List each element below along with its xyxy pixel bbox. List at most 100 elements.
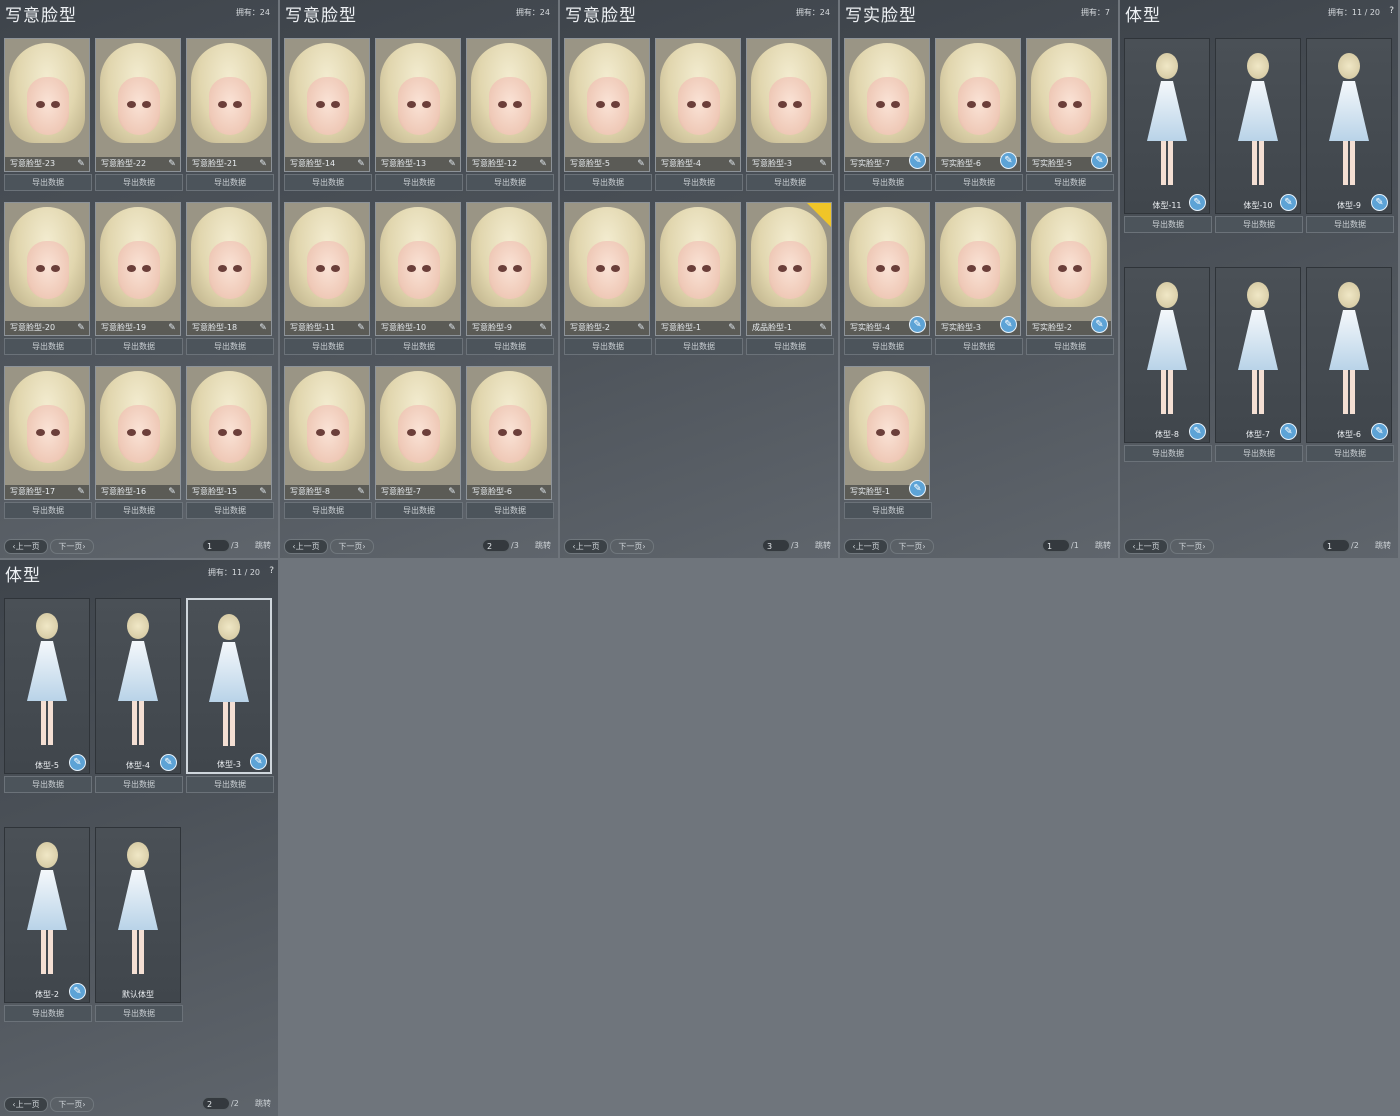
face-card[interactable]: 写意脸型-10 ✎: [375, 202, 461, 336]
face-card[interactable]: 写意脸型-3 ✎: [746, 38, 832, 172]
export-data-button[interactable]: 导出数据: [935, 338, 1023, 355]
export-data-button[interactable]: 导出数据: [564, 174, 652, 191]
export-data-button[interactable]: 导出数据: [95, 502, 183, 519]
export-data-button[interactable]: 导出数据: [375, 502, 463, 519]
edit-icon[interactable]: ✎: [69, 983, 86, 1000]
page-number-input[interactable]: 3: [762, 539, 790, 552]
export-data-button[interactable]: 导出数据: [186, 174, 274, 191]
body-card[interactable]: 体型-6 ✎: [1306, 267, 1392, 443]
export-data-button[interactable]: 导出数据: [466, 174, 554, 191]
next-page-button[interactable]: 下一页›: [1170, 539, 1214, 554]
export-data-button[interactable]: 导出数据: [4, 338, 92, 355]
face-card[interactable]: 写意脸型-8 ✎: [284, 366, 370, 500]
edit-icon[interactable]: ✎: [167, 323, 177, 333]
page-number-input[interactable]: 2: [202, 1097, 230, 1110]
export-data-button[interactable]: 导出数据: [746, 338, 834, 355]
edit-icon[interactable]: ✎: [909, 316, 926, 333]
export-data-button[interactable]: 导出数据: [655, 338, 743, 355]
edit-icon[interactable]: ✎: [258, 487, 268, 497]
edit-icon[interactable]: ✎: [909, 152, 926, 169]
export-data-button[interactable]: 导出数据: [844, 338, 932, 355]
edit-icon[interactable]: ✎: [1000, 152, 1017, 169]
face-card[interactable]: 写意脸型-14 ✎: [284, 38, 370, 172]
body-card[interactable]: 体型-2 ✎: [4, 827, 90, 1003]
edit-icon[interactable]: ✎: [818, 159, 828, 169]
export-data-button[interactable]: 导出数据: [844, 174, 932, 191]
edit-icon[interactable]: ✎: [258, 159, 268, 169]
export-data-button[interactable]: 导出数据: [466, 502, 554, 519]
export-data-button[interactable]: 导出数据: [1124, 216, 1212, 233]
face-card[interactable]: 写意脸型-5 ✎: [564, 38, 650, 172]
face-card[interactable]: 写实脸型-6 ✎: [935, 38, 1021, 172]
export-data-button[interactable]: 导出数据: [4, 174, 92, 191]
export-data-button[interactable]: 导出数据: [95, 174, 183, 191]
edit-icon[interactable]: ✎: [636, 159, 646, 169]
body-card[interactable]: 体型-4 ✎: [95, 598, 181, 774]
next-page-button[interactable]: 下一页›: [50, 1097, 94, 1112]
face-card[interactable]: 写意脸型-23 ✎: [4, 38, 90, 172]
face-card[interactable]: 写实脸型-4 ✎: [844, 202, 930, 336]
face-card[interactable]: 写意脸型-9 ✎: [466, 202, 552, 336]
export-data-button[interactable]: 导出数据: [4, 776, 92, 793]
export-data-button[interactable]: 导出数据: [655, 174, 743, 191]
body-card[interactable]: 体型-9 ✎: [1306, 38, 1392, 214]
body-card[interactable]: 体型-8 ✎: [1124, 267, 1210, 443]
export-data-button[interactable]: 导出数据: [186, 776, 274, 793]
edit-icon[interactable]: ✎: [727, 323, 737, 333]
edit-icon[interactable]: ✎: [1371, 194, 1388, 211]
face-card[interactable]: 写意脸型-18 ✎: [186, 202, 272, 336]
face-card[interactable]: 写实脸型-2 ✎: [1026, 202, 1112, 336]
face-card[interactable]: 写意脸型-15 ✎: [186, 366, 272, 500]
export-data-button[interactable]: 导出数据: [935, 174, 1023, 191]
face-card[interactable]: 写意脸型-17 ✎: [4, 366, 90, 500]
edit-icon[interactable]: ✎: [69, 754, 86, 771]
next-page-button[interactable]: 下一页›: [890, 539, 934, 554]
prev-page-button[interactable]: ‹上一页: [844, 539, 888, 554]
face-card[interactable]: 写意脸型-7 ✎: [375, 366, 461, 500]
jump-button[interactable]: 跳转: [255, 1097, 271, 1110]
export-data-button[interactable]: 导出数据: [95, 776, 183, 793]
edit-icon[interactable]: ✎: [1189, 423, 1206, 440]
body-card[interactable]: 体型-3 ✎: [186, 598, 272, 774]
export-data-button[interactable]: 导出数据: [1026, 174, 1114, 191]
page-number-input[interactable]: 2: [482, 539, 510, 552]
export-data-button[interactable]: 导出数据: [284, 338, 372, 355]
export-data-button[interactable]: 导出数据: [186, 338, 274, 355]
jump-button[interactable]: 跳转: [535, 539, 551, 552]
page-number-input[interactable]: 1: [1042, 539, 1070, 552]
export-data-button[interactable]: 导出数据: [466, 338, 554, 355]
face-card[interactable]: 写意脸型-21 ✎: [186, 38, 272, 172]
export-data-button[interactable]: 导出数据: [284, 174, 372, 191]
edit-icon[interactable]: ✎: [1000, 316, 1017, 333]
export-data-button[interactable]: 导出数据: [1124, 445, 1212, 462]
jump-button[interactable]: 跳转: [255, 539, 271, 552]
export-data-button[interactable]: 导出数据: [844, 502, 932, 519]
export-data-button[interactable]: 导出数据: [95, 1005, 183, 1022]
face-card[interactable]: 写意脸型-20 ✎: [4, 202, 90, 336]
edit-icon[interactable]: ✎: [1371, 423, 1388, 440]
edit-icon[interactable]: ✎: [447, 159, 457, 169]
edit-icon[interactable]: ✎: [1091, 152, 1108, 169]
export-data-button[interactable]: 导出数据: [564, 338, 652, 355]
export-data-button[interactable]: 导出数据: [375, 338, 463, 355]
body-card[interactable]: 默认体型: [95, 827, 181, 1003]
edit-icon[interactable]: ✎: [167, 159, 177, 169]
export-data-button[interactable]: 导出数据: [1215, 445, 1303, 462]
page-number-input[interactable]: 1: [1322, 539, 1350, 552]
help-icon[interactable]: ?: [1389, 6, 1394, 16]
edit-icon[interactable]: ✎: [538, 487, 548, 497]
export-data-button[interactable]: 导出数据: [4, 502, 92, 519]
edit-icon[interactable]: ✎: [909, 480, 926, 497]
prev-page-button[interactable]: ‹上一页: [4, 539, 48, 554]
edit-icon[interactable]: ✎: [356, 487, 366, 497]
edit-icon[interactable]: ✎: [258, 323, 268, 333]
body-card[interactable]: 体型-5 ✎: [4, 598, 90, 774]
export-data-button[interactable]: 导出数据: [1306, 445, 1394, 462]
face-card[interactable]: 写实脸型-3 ✎: [935, 202, 1021, 336]
next-page-button[interactable]: 下一页›: [610, 539, 654, 554]
edit-icon[interactable]: ✎: [1091, 316, 1108, 333]
edit-icon[interactable]: ✎: [447, 487, 457, 497]
edit-icon[interactable]: ✎: [160, 754, 177, 771]
next-page-button[interactable]: 下一页›: [50, 539, 94, 554]
edit-icon[interactable]: ✎: [76, 487, 86, 497]
